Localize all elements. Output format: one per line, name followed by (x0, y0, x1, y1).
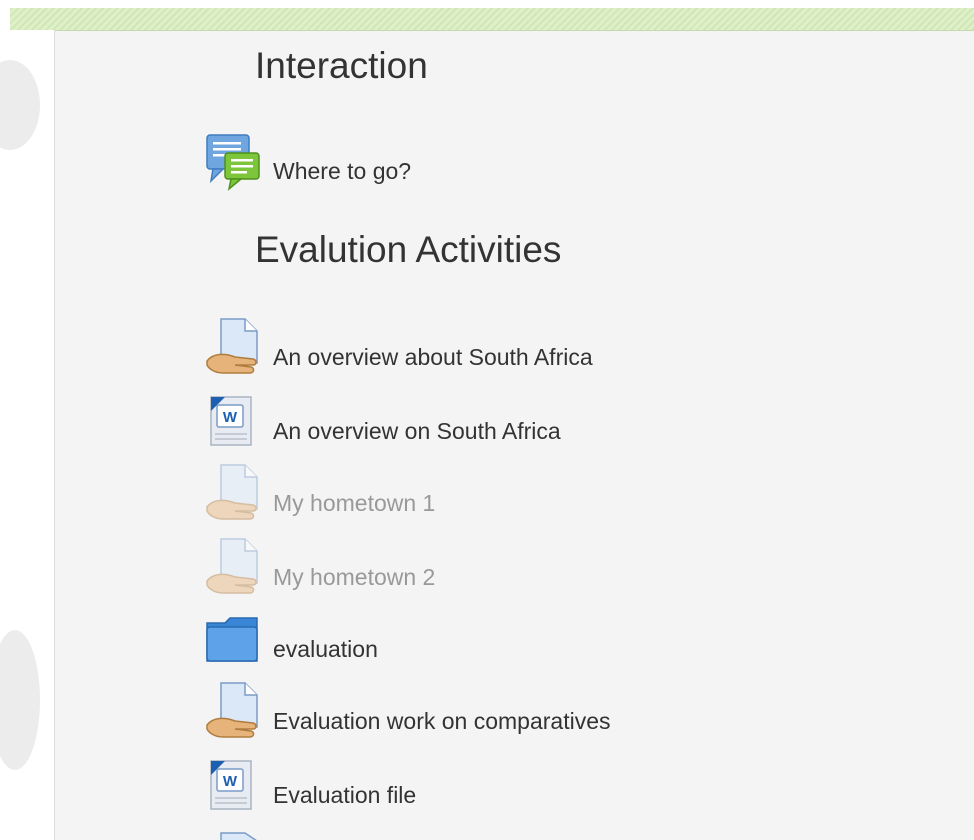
svg-text:W: W (223, 409, 238, 426)
header-band (10, 8, 974, 31)
section-title-evaluation-activities: Evalution Activities (255, 229, 562, 270)
section-title-interaction: Interaction (255, 45, 428, 86)
activity-file-evaluation[interactable]: W Evaluation file (205, 755, 416, 815)
activity-link[interactable]: An overview about South Africa (273, 344, 593, 377)
activity-forum-where-to-go[interactable]: Where to go? (205, 131, 411, 191)
left-margin-background (0, 30, 55, 840)
activity-file-overview-on[interactable]: W An overview on South Africa (205, 391, 561, 451)
activity-link[interactable]: An overview on South Africa (273, 418, 561, 451)
activity-link[interactable]: Where to go? (273, 158, 411, 191)
activity-link[interactable]: Evaluation work on comparatives (273, 708, 611, 741)
forum-icon (205, 131, 261, 191)
activity-partial-next[interactable] (205, 829, 261, 840)
folder-icon (205, 609, 261, 669)
assignment-icon (205, 681, 261, 741)
activity-assignment-hometown-2[interactable]: My hometown 2 (205, 537, 435, 597)
svg-text:W: W (223, 773, 238, 790)
activity-assignment-overview-about[interactable]: An overview about South Africa (205, 317, 593, 377)
document-icon (205, 829, 261, 840)
assignment-icon (205, 317, 261, 377)
activity-assignment-comparatives[interactable]: Evaluation work on comparatives (205, 681, 611, 741)
word-document-icon: W (205, 755, 261, 815)
activity-link[interactable]: My hometown 2 (273, 564, 435, 597)
activity-folder-evaluation[interactable]: evaluation (205, 609, 378, 669)
word-document-icon: W (205, 391, 261, 451)
activity-link[interactable]: My hometown 1 (273, 490, 435, 523)
assignment-icon (205, 463, 261, 523)
assignment-icon (205, 537, 261, 597)
course-content: Interaction Where to go? Evalution Activ… (55, 31, 974, 840)
activity-link[interactable]: Evaluation file (273, 782, 416, 815)
activity-assignment-hometown-1[interactable]: My hometown 1 (205, 463, 435, 523)
activity-link[interactable]: evaluation (273, 636, 378, 669)
